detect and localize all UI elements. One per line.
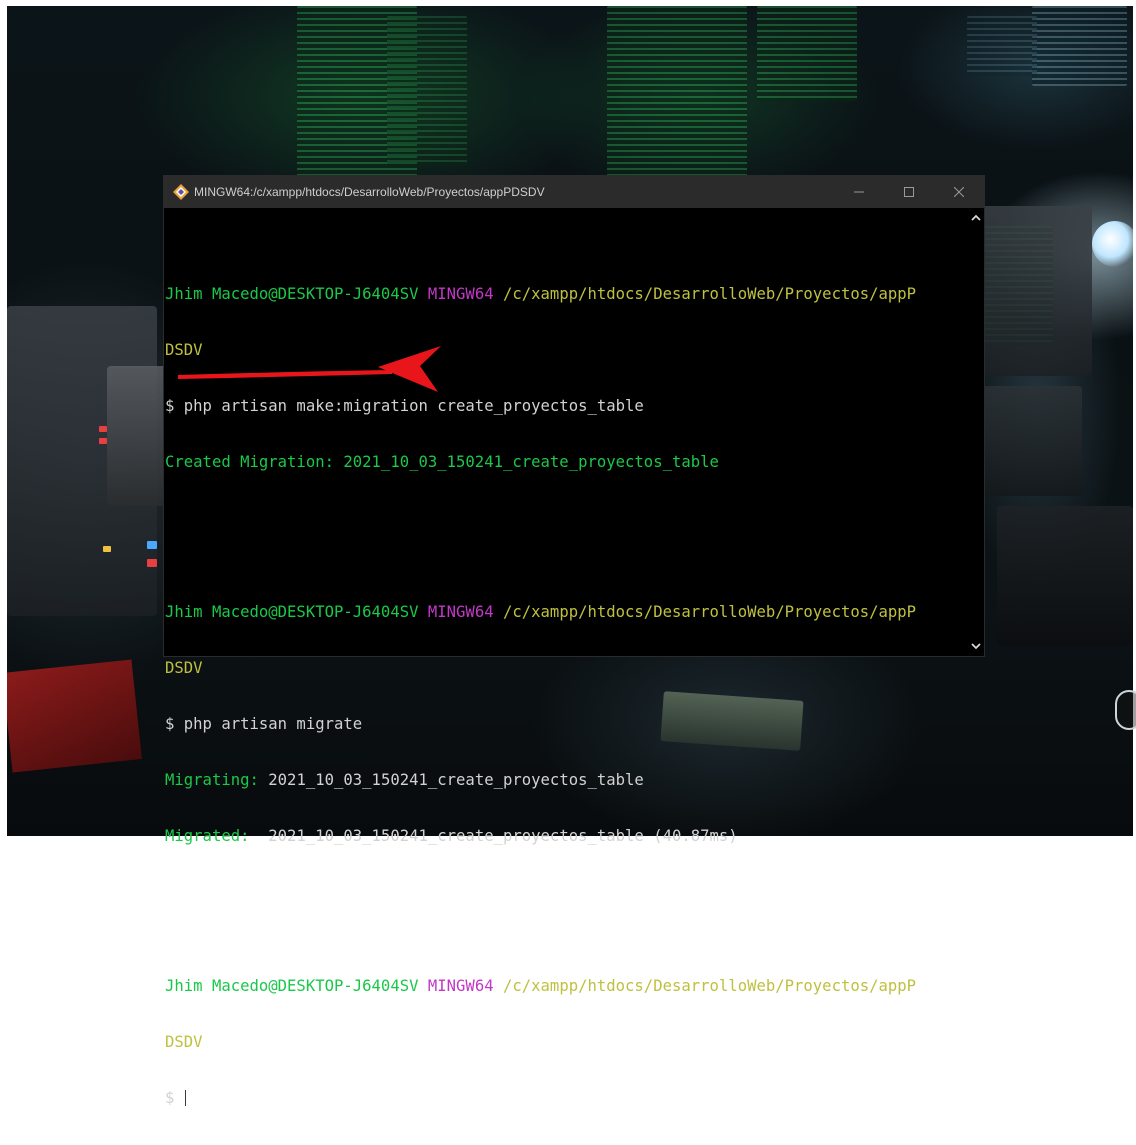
terminal-window: MINGW64:/c/xampp/htdocs/DesarrolloWeb/Pr…	[163, 175, 985, 1107]
wallpaper-led	[147, 559, 157, 567]
minimize-icon	[854, 191, 864, 193]
output-line: Created Migration: 2021_10_03_150241_cre…	[165, 453, 719, 472]
scroll-up-button[interactable]	[968, 210, 984, 226]
wallpaper-lamp	[1092, 221, 1133, 267]
maximize-icon	[904, 187, 914, 197]
prompt-env: MINGW64	[427, 602, 494, 621]
prompt-user: Jhim Macedo@DESKTOP-J6404SV	[165, 976, 419, 995]
prompt-path: /c/xampp/htdocs/DesarrolloWeb/Proyectos/…	[502, 602, 917, 621]
wallpaper-monitor	[967, 16, 1037, 76]
prompt-line: Jhim Macedo@DESKTOP-J6404SV MINGW64 /c/x…	[164, 285, 968, 304]
git-bash-icon	[173, 184, 189, 200]
wallpaper-led	[147, 541, 157, 549]
wallpaper-device	[107, 366, 167, 506]
chevron-down-icon	[971, 643, 981, 650]
terminal-output[interactable]: Jhim Macedo@DESKTOP-J6404SV MINGW64 /c/x…	[164, 208, 968, 1107]
scroll-down-button[interactable]	[968, 638, 984, 654]
wallpaper-monitor	[1032, 6, 1127, 86]
maximize-button[interactable]	[884, 176, 934, 208]
wallpaper-monitor	[757, 6, 857, 101]
prompt-path-continuation: DSDV	[165, 341, 203, 360]
wallpaper-book	[7, 659, 142, 773]
wallpaper-led	[99, 438, 107, 444]
command-line[interactable]: $	[164, 1089, 968, 1108]
wallpaper-monitor	[607, 6, 747, 176]
prompt-user: Jhim Macedo@DESKTOP-J6404SV	[165, 285, 419, 304]
command-line: $ php artisan migrate	[165, 715, 363, 734]
wallpaper-led	[99, 426, 107, 432]
prompt-line: Jhim Macedo@DESKTOP-J6404SV MINGW64 /c/x…	[164, 977, 968, 996]
minimize-button[interactable]	[834, 176, 884, 208]
prompt-env: MINGW64	[427, 285, 494, 304]
title-bar[interactable]: MINGW64:/c/xampp/htdocs/DesarrolloWeb/Pr…	[164, 176, 984, 208]
wallpaper-device	[982, 206, 1092, 376]
side-scroll-button[interactable]	[1115, 690, 1136, 730]
prompt-path-continuation: DSDV	[165, 1033, 203, 1052]
prompt-user: Jhim Macedo@DESKTOP-J6404SV	[165, 602, 419, 621]
wallpaper-device	[982, 386, 1082, 496]
command-line: $ php artisan make:migration create_proy…	[165, 397, 644, 416]
prompt-path: /c/xampp/htdocs/DesarrolloWeb/Proyectos/…	[502, 976, 917, 995]
wallpaper-monitor	[387, 16, 467, 166]
output-line: Migrated: 2021_10_03_150241_create_proye…	[164, 827, 968, 846]
prompt-path: /c/xampp/htdocs/DesarrolloWeb/Proyectos/…	[502, 285, 917, 304]
close-icon	[954, 187, 964, 197]
output-value: 2021_10_03_150241_create_proyectos_table…	[268, 827, 738, 846]
vertical-scrollbar[interactable]	[968, 208, 984, 656]
close-button[interactable]	[934, 176, 984, 208]
text-cursor	[184, 1090, 186, 1107]
output-label: Migrating:	[165, 771, 259, 790]
wallpaper-device	[997, 506, 1133, 646]
wallpaper-led	[103, 546, 111, 552]
output-line: Migrating: 2021_10_03_150241_create_proy…	[164, 771, 968, 790]
chevron-up-icon	[971, 214, 981, 221]
window-title: MINGW64:/c/xampp/htdocs/DesarrolloWeb/Pr…	[194, 185, 545, 199]
prompt-symbol: $	[165, 1089, 175, 1108]
output-value: 2021_10_03_150241_create_proyectos_table	[268, 771, 644, 790]
prompt-env: MINGW64	[427, 976, 494, 995]
prompt-line: Jhim Macedo@DESKTOP-J6404SV MINGW64 /c/x…	[164, 603, 968, 622]
prompt-path-continuation: DSDV	[165, 659, 203, 678]
output-label: Migrated:	[165, 827, 250, 846]
window-controls	[834, 176, 984, 208]
